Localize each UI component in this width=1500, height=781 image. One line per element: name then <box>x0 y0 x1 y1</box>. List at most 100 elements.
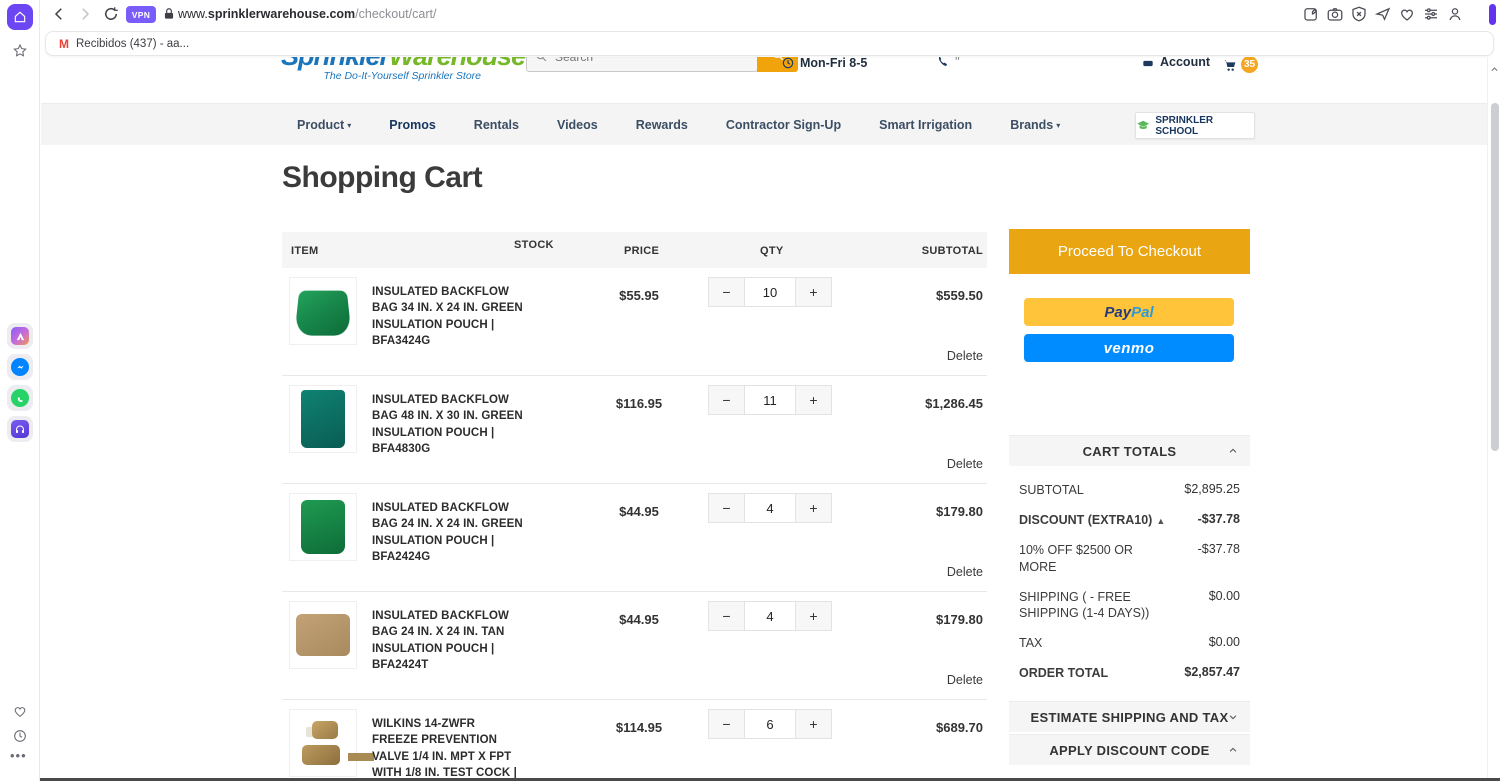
vpn-badge[interactable]: VPN <box>126 6 156 23</box>
product-price: $44.95 <box>619 504 659 519</box>
product-name[interactable]: INSULATED BACKFLOW BAG 48 IN. X 30 IN. G… <box>372 392 524 457</box>
send-icon[interactable] <box>1374 5 1392 23</box>
cart-link[interactable] <box>1222 57 1238 73</box>
chevron-down-icon: ▾ <box>347 120 352 130</box>
url-bar[interactable]: www.sprinklerwarehouse.com/checkout/cart… <box>178 7 436 21</box>
whatsapp-icon[interactable] <box>7 385 33 411</box>
product-image-teal-bag[interactable] <box>289 385 357 453</box>
qty-input[interactable] <box>745 385 795 415</box>
scrollbar-thumb[interactable] <box>1491 103 1499 451</box>
quantity-stepper: − + <box>708 709 832 739</box>
browser-tab[interactable]: M Recibidos (437) - aa... <box>45 31 1494 56</box>
qty-decrease-button[interactable]: − <box>708 601 745 631</box>
paypal-button[interactable]: PayPal <box>1024 298 1234 326</box>
forward-icon[interactable] <box>76 5 94 23</box>
history-clock-icon[interactable] <box>7 723 33 749</box>
product-subtotal: $179.80 <box>936 612 983 627</box>
product-image-green-pouch[interactable] <box>289 277 357 345</box>
podcasts-icon[interactable] <box>7 416 33 442</box>
product-price: $114.95 <box>615 720 663 735</box>
delete-link[interactable]: Delete <box>947 673 983 687</box>
cart-totals-header[interactable]: CART TOTALS <box>1009 435 1250 466</box>
venmo-button[interactable]: venmo <box>1024 334 1234 362</box>
nav-item-promos[interactable]: Promos <box>389 118 436 132</box>
totals-value: $2,895.25 <box>1184 482 1240 496</box>
messenger-icon[interactable] <box>7 354 33 380</box>
proceed-to-checkout-button[interactable]: Proceed To Checkout <box>1009 229 1250 274</box>
nav-item-product[interactable]: Product <box>297 118 344 132</box>
product-image-brass-valve[interactable] <box>289 709 357 777</box>
account-link[interactable]: Account <box>1141 57 1210 69</box>
cart-count-badge: 35 <box>1239 57 1260 75</box>
apply-discount-header[interactable]: APPLY DISCOUNT CODE <box>1009 734 1250 765</box>
estimate-shipping-header[interactable]: ESTIMATE SHIPPING AND TAX <box>1009 701 1250 732</box>
cart-item-row: INSULATED BACKFLOW BAG 34 IN. X 24 IN. G… <box>282 268 987 376</box>
qty-increase-button[interactable]: + <box>795 493 832 523</box>
qty-input[interactable] <box>745 277 795 307</box>
delete-link[interactable]: Delete <box>947 349 983 363</box>
site-logo[interactable]: SprinklerWarehouse The Do-It-Yourself Sp… <box>281 57 526 82</box>
back-icon[interactable] <box>50 5 68 23</box>
chevron-up-icon[interactable]: ▲ <box>1156 516 1165 526</box>
qty-increase-button[interactable]: + <box>795 277 832 307</box>
qty-decrease-button[interactable]: − <box>708 709 745 739</box>
adblock-shield-icon[interactable] <box>1350 5 1368 23</box>
qty-decrease-button[interactable]: − <box>708 277 745 307</box>
col-stock: STOCK <box>514 239 554 251</box>
qty-input[interactable] <box>745 493 795 523</box>
qty-input[interactable] <box>745 709 795 739</box>
camera-icon[interactable] <box>1326 5 1344 23</box>
sidebar-toggle-pill[interactable] <box>1489 4 1496 25</box>
col-item: ITEM <box>291 245 319 257</box>
compose-icon[interactable] <box>1302 5 1320 23</box>
product-name[interactable]: INSULATED BACKFLOW BAG 24 IN. X 24 IN. T… <box>372 608 524 673</box>
product-subtotal: $689.70 <box>936 720 983 735</box>
sprinkler-school-badge[interactable]: SPRINKLER SCHOOL <box>1135 112 1255 139</box>
qty-decrease-button[interactable]: − <box>708 493 745 523</box>
scroll-up-icon[interactable] <box>1490 61 1499 79</box>
favorites-heart-icon[interactable] <box>7 698 33 724</box>
nav-item-brands[interactable]: Brands <box>1010 118 1053 132</box>
product-name[interactable]: INSULATED BACKFLOW BAG 24 IN. X 24 IN. G… <box>372 500 524 565</box>
qty-input[interactable] <box>745 601 795 631</box>
profile-icon[interactable] <box>1446 5 1464 23</box>
delete-link[interactable]: Delete <box>947 565 983 579</box>
product-name[interactable]: WILKINS 14-ZWFR FREEZE PREVENTION VALVE … <box>372 716 524 781</box>
product-image-tan-bag[interactable] <box>289 601 357 669</box>
nav-item-contractor-sign-up[interactable]: Contractor Sign-Up <box>726 118 841 132</box>
product-image-green-bag[interactable] <box>289 493 357 561</box>
qty-increase-button[interactable]: + <box>795 385 832 415</box>
phone-contact[interactable]: '' <box>936 57 960 69</box>
qty-decrease-button[interactable]: − <box>708 385 745 415</box>
screen: ••• VPN www.sprinklerwarehouse.com/check… <box>0 0 1500 781</box>
qty-increase-button[interactable]: + <box>795 601 832 631</box>
reload-icon[interactable] <box>102 5 120 23</box>
nav-item-videos[interactable]: Videos <box>557 118 598 132</box>
qty-increase-button[interactable]: + <box>795 709 832 739</box>
nav-item-smart-irrigation[interactable]: Smart Irrigation <box>879 118 972 132</box>
cart-item-row: INSULATED BACKFLOW BAG 24 IN. X 24 IN. G… <box>282 484 987 592</box>
chevron-up-icon <box>1228 743 1238 758</box>
account-icon <box>1143 60 1153 67</box>
more-options-icon[interactable]: ••• <box>10 748 27 763</box>
nav-item-rewards[interactable]: Rewards <box>636 118 688 132</box>
home-icon[interactable] <box>7 4 33 30</box>
col-price: PRICE <box>624 245 660 257</box>
app-icon-arc[interactable] <box>7 323 33 349</box>
totals-value: $2,857.47 <box>1184 665 1240 680</box>
chevron-up-icon <box>1228 444 1238 459</box>
lock-icon[interactable] <box>162 6 176 22</box>
site-search <box>526 57 798 72</box>
nav-item-rentals[interactable]: Rentals <box>474 118 519 132</box>
delete-link[interactable]: Delete <box>947 457 983 471</box>
totals-label: 10% OFF $2500 OR MORE▲ <box>1019 542 1133 574</box>
easy-setup-icon[interactable] <box>1422 5 1440 23</box>
bookmark-heart-icon[interactable] <box>1398 5 1416 23</box>
totals-label: SHIPPING ( - FREE SHIPPING (1-4 DAYS))▲ <box>1019 589 1150 621</box>
star-icon[interactable] <box>7 38 33 64</box>
page-scrollbar[interactable] <box>1487 57 1500 781</box>
browser-topbar: VPN www.sprinklerwarehouse.com/checkout/… <box>40 0 1500 29</box>
search-input[interactable] <box>555 57 705 64</box>
product-subtotal: $179.80 <box>936 504 983 519</box>
product-name[interactable]: INSULATED BACKFLOW BAG 34 IN. X 24 IN. G… <box>372 284 524 349</box>
